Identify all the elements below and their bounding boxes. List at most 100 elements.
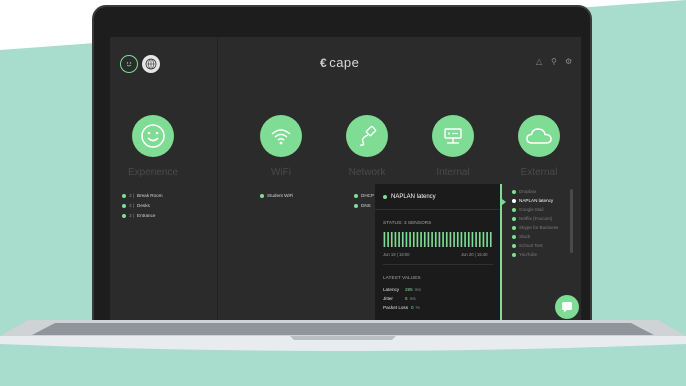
smiley-icon xyxy=(141,124,165,148)
sparkline-bar xyxy=(427,232,430,247)
item-label: Desks xyxy=(137,203,150,208)
sparkline-bar xyxy=(398,232,400,247)
status-dot xyxy=(512,207,516,212)
metric-value: 5 xyxy=(405,296,408,301)
item-count: 3 | xyxy=(129,193,135,198)
sparkline-bar xyxy=(401,232,404,247)
item-label: Netflix (Foxcom) xyxy=(519,216,553,221)
item-label: Dropbox xyxy=(519,189,537,194)
list-item[interactable]: Netflix (Foxcom) xyxy=(512,216,552,221)
status-dot xyxy=(512,234,516,239)
item-label: YouTube xyxy=(519,252,538,257)
sparkline-bar xyxy=(405,232,408,247)
range-start: Jun 19 | 16:00 xyxy=(383,252,410,257)
sparkline-bar xyxy=(438,232,441,247)
list-scrollbar[interactable] xyxy=(570,189,573,253)
list-item[interactable]: Slack xyxy=(512,234,530,239)
metric-row: Jitter 5 ms xyxy=(383,296,416,301)
list-item[interactable]: 3 | Entrance xyxy=(122,213,155,218)
sparkline-bar xyxy=(445,232,448,247)
metric-value: 285 xyxy=(405,287,413,292)
range-end: Jun 20 | 15:40 xyxy=(461,252,488,257)
bell-icon[interactable]: △ xyxy=(536,57,542,66)
status-dot xyxy=(512,216,516,221)
status-dot xyxy=(512,189,516,194)
category-network[interactable] xyxy=(346,115,388,157)
status-dot xyxy=(512,198,516,203)
category-internal[interactable] xyxy=(432,115,474,157)
list-item[interactable]: Skype for Business xyxy=(512,225,558,230)
wifi-icon xyxy=(271,129,291,145)
sensor-status: STATUS: 3 SENSORS xyxy=(383,221,432,226)
category-experience[interactable] xyxy=(132,115,174,157)
metric-unit: ms xyxy=(414,287,421,292)
sparkline-bar xyxy=(460,232,463,247)
globe-icon[interactable] xyxy=(142,55,160,73)
sparkline-bar xyxy=(423,232,426,247)
smiley-small-icon[interactable] xyxy=(120,55,138,73)
list-item[interactable]: 3 | Desks xyxy=(122,203,150,208)
sparkline-bar xyxy=(467,232,470,247)
status-dot xyxy=(383,194,387,199)
metric-row: Packet Loss 0 % xyxy=(383,305,420,310)
item-label: School Test xyxy=(519,243,543,248)
item-count: 3 | xyxy=(129,213,135,218)
server-icon xyxy=(444,128,462,144)
gear-icon[interactable]: ⚙ xyxy=(565,57,572,66)
item-label: Student WiFi xyxy=(267,193,294,198)
popup-pointer xyxy=(502,199,506,205)
list-item[interactable]: Dropbox xyxy=(512,189,536,194)
app-screen: € cape △ ⚲ ⚙ Experience WiFi Network Int… xyxy=(110,37,581,324)
left-rail xyxy=(110,37,218,324)
sparkline-bar xyxy=(486,232,488,247)
sparkline-bar xyxy=(412,232,415,247)
sparkline-bar xyxy=(431,232,433,247)
list-item[interactable]: YouTube xyxy=(512,252,537,257)
search-icon[interactable]: ⚲ xyxy=(551,57,557,66)
list-item[interactable]: School Test xyxy=(512,243,543,248)
popup-title: NAPLAN latency xyxy=(391,193,436,200)
sparkline-bar xyxy=(482,232,485,247)
category-label-wifi: WiFi xyxy=(271,167,291,178)
sparkline-bar xyxy=(383,232,386,247)
brand-name: cape xyxy=(329,55,360,70)
chat-button[interactable] xyxy=(555,295,579,319)
cable-icon xyxy=(359,125,377,146)
sparkline-bar xyxy=(489,232,492,247)
list-item[interactable]: DNS xyxy=(354,203,371,208)
popup-header: NAPLAN latency xyxy=(375,184,500,210)
metric-value: 0 xyxy=(411,305,414,310)
cloud-icon xyxy=(526,128,552,144)
sparkline-bar xyxy=(387,232,389,247)
sparkline-bar xyxy=(464,232,466,247)
category-wifi[interactable] xyxy=(260,115,302,157)
metric-unit: ms xyxy=(409,296,416,301)
list-item[interactable]: DHCP xyxy=(354,193,374,198)
category-external[interactable] xyxy=(518,115,560,157)
sparkline-bar xyxy=(394,232,397,247)
chat-icon xyxy=(562,302,572,313)
list-item-selected[interactable]: NAPLAN latency xyxy=(512,198,553,203)
category-label-experience: Experience xyxy=(127,167,179,178)
status-dot xyxy=(512,225,516,230)
item-label: Google Mail xyxy=(519,207,544,212)
metric-unit: % xyxy=(415,305,420,310)
sparkline-bar xyxy=(409,232,411,247)
item-label: DHCP xyxy=(361,193,375,198)
status-dot xyxy=(122,213,126,218)
metric-name: Latency xyxy=(383,287,400,292)
item-label: Entrance xyxy=(137,213,156,218)
item-label: DNS xyxy=(361,203,371,208)
status-dot xyxy=(512,243,516,248)
item-count: 3 | xyxy=(129,203,135,208)
list-item[interactable]: Google Mail xyxy=(512,207,544,212)
sparkline-bar xyxy=(478,232,481,247)
cape-logo-icon: € xyxy=(320,55,328,70)
category-label-external: External xyxy=(520,167,558,178)
status-dot xyxy=(354,193,358,198)
latency-sparkline xyxy=(383,232,492,247)
list-item[interactable]: Student WiFi xyxy=(260,193,293,198)
list-item[interactable]: 3 | Break Room xyxy=(122,193,163,198)
status-dot xyxy=(122,203,126,208)
sparkline-bar xyxy=(390,232,393,247)
